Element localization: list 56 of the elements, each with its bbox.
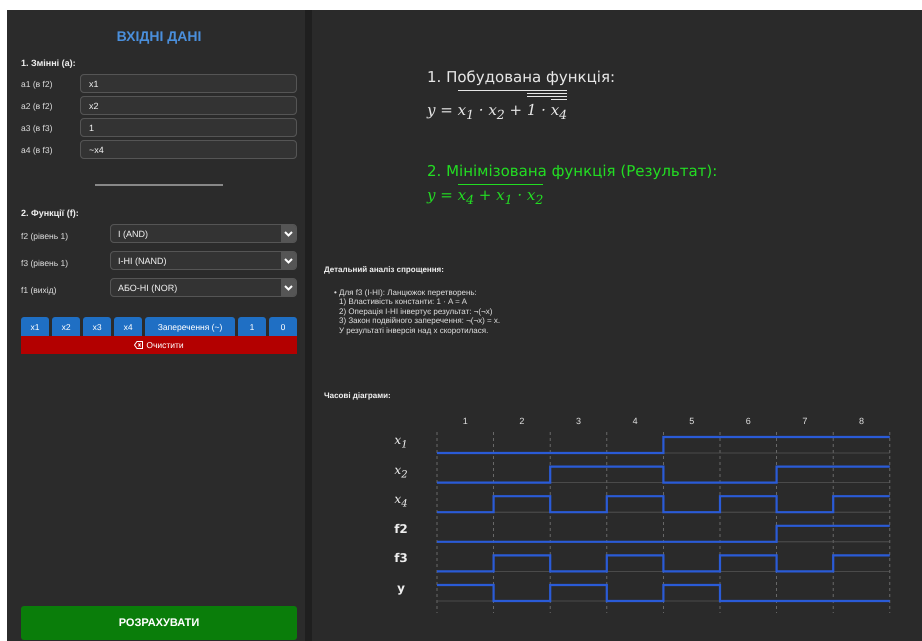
section-heading: 2. Функції (f): [21, 208, 80, 218]
input-field[interactable]: x2 [80, 96, 297, 115]
analysis-text: 1) Властивість константи: 1 · A = A [338, 297, 468, 307]
signal-label: x$_{4}$ [394, 492, 408, 507]
field-label: a4 (в f3) [21, 144, 54, 154]
insert-button[interactable]: 0 [268, 317, 298, 336]
insert-button[interactable]: x3 [83, 317, 112, 336]
step-number: 7 [802, 416, 808, 426]
analysis-text: 3) Закон подвійного заперечення: ¬(¬x) = x. [338, 316, 502, 326]
formula-heading: 2. Мінімізована функція (Результат): [427, 162, 718, 180]
chevron-down-icon [281, 225, 296, 242]
chart-title: Часові діаграми: [324, 391, 392, 400]
field-label: f2 (рівень 1) [21, 231, 70, 241]
input-field[interactable]: x1 [80, 74, 297, 93]
input-field[interactable]: ~x4 [80, 140, 297, 159]
analysis-text: У результаті інверсія над x скоротилася. [338, 326, 490, 336]
field-label: f1 (вихід) [21, 285, 58, 295]
function-select[interactable]: І (AND) [110, 224, 297, 243]
step-number: 6 [746, 416, 751, 426]
panel-title: ВХІДНІ ДАНІ [116, 28, 202, 44]
backspace-icon [134, 341, 144, 349]
analysis-title: Детальний аналіз спрощення: [324, 264, 445, 274]
signal-label: f2 [394, 522, 408, 536]
calculate-button[interactable]: РОЗРАХУВАТИ [21, 606, 297, 640]
input-field[interactable]: 1 [80, 118, 297, 137]
formula-heading: 1. Побудована функція: [427, 68, 616, 86]
signal-label: f3 [394, 552, 408, 566]
step-number: 2 [519, 416, 524, 426]
step-number: 8 [859, 416, 864, 426]
signal-label: y [397, 581, 405, 596]
panel-splitter[interactable] [305, 10, 312, 641]
insert-button[interactable]: x2 [52, 317, 80, 336]
section-heading: 1. Змінні (a): [21, 58, 77, 68]
field-label: a1 (в f2) [21, 78, 54, 88]
step-number: 3 [576, 416, 581, 426]
step-number: 5 [689, 416, 694, 426]
field-label: a3 (в f3) [21, 122, 54, 132]
clear-button[interactable]: Очистити [21, 336, 297, 354]
insert-button[interactable]: x1 [21, 317, 50, 336]
chevron-down-icon [281, 279, 296, 296]
function-select[interactable]: І-НІ (NAND) [110, 251, 297, 270]
step-number: 1 [462, 416, 468, 426]
formula: y = x$_{1}$ · x$_{2}$ + 1 · x$_{4}$ [427, 90, 922, 122]
function-select[interactable]: АБО-НІ (NOR) [110, 278, 297, 297]
insert-button[interactable]: 1 [238, 317, 266, 336]
signal-label: x$_{1}$ [394, 433, 408, 448]
signal-label: x$_{2}$ [394, 463, 408, 478]
step-number: 4 [632, 416, 638, 426]
formula: y = x$_{4}$ + x$_{1}$ · x$_{2}$ [427, 184, 544, 206]
field-label: f3 (рівень 1) [21, 258, 70, 268]
insert-button[interactable]: x4 [114, 317, 142, 336]
insert-button[interactable]: Заперечення (~) [145, 317, 235, 336]
chevron-down-icon [281, 252, 296, 269]
analysis-text: 2) Операція І-НІ інвертує результат: ¬(¬x) [338, 306, 494, 316]
analysis-text: • Для f3 (І-НІ): Ланцюжок перетворень: [334, 288, 478, 298]
field-label: a2 (в f2) [21, 100, 54, 110]
